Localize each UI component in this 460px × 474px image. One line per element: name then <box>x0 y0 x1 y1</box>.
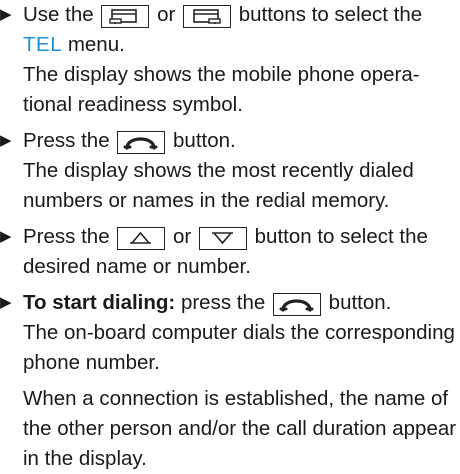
arrow-up-icon <box>117 227 166 250</box>
step-result: The on-board computer dials the corre­sp… <box>23 321 455 374</box>
arrow-down-icon <box>198 227 247 250</box>
display-back-icon <box>101 5 150 28</box>
bullet-icon: ▶ <box>0 132 12 149</box>
step-result: The display shows the mobile phone opera… <box>23 63 420 116</box>
phone-receiver-icon <box>117 131 166 154</box>
phone-receiver-icon <box>272 293 321 316</box>
step-text-pre: Press the <box>23 225 110 248</box>
step-result-connection: When a connection is established, the na… <box>23 387 457 470</box>
step-text-post: button. <box>328 291 392 314</box>
step-press-phone: ▶ Press the button. <box>0 126 460 156</box>
instruction-page: ▶ Use the or buttons to select the TEL m… <box>0 0 460 470</box>
step-select-entry: ▶ Press the or button to select the desi… <box>0 222 460 282</box>
step-heading: To start dialing: <box>23 291 176 314</box>
step-text-or: or <box>173 225 192 248</box>
display-forward-icon <box>183 5 231 28</box>
step-start-dialing: ▶ To start dialing: press the button. <box>0 288 460 318</box>
step-text-post: button. <box>173 129 236 152</box>
step-select-tel-menu: ▶ Use the or buttons to select the TEL m… <box>0 0 460 60</box>
step-text-post: buttons to select the <box>238 3 423 26</box>
tel-menu-label: TEL <box>23 33 63 56</box>
step-result: The display shows the most recently dial… <box>23 159 414 212</box>
step-text-post2: menu. <box>67 33 125 56</box>
step-text-pre: press the <box>180 291 266 314</box>
bullet-icon: ▶ <box>0 228 12 245</box>
step-text-pre: Use the <box>23 3 94 26</box>
bullet-icon: ▶ <box>0 6 12 23</box>
bullet-icon: ▶ <box>0 294 12 311</box>
step-text-or: or <box>157 3 176 26</box>
step-text-pre: Press the <box>23 129 110 152</box>
